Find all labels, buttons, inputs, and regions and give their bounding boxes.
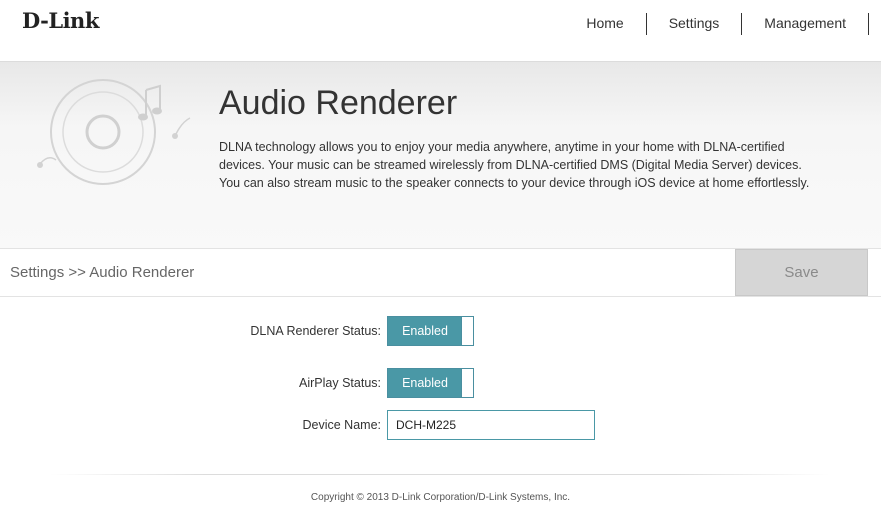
toggle-knob: [461, 369, 473, 397]
page-banner: Audio Renderer DLNA technology allows yo…: [0, 61, 881, 249]
airplay-status-row: AirPlay Status: Enabled: [0, 368, 881, 400]
nav-home[interactable]: Home: [586, 13, 647, 35]
footer-divider: [50, 474, 830, 475]
speaker-music-icon: [37, 79, 191, 185]
airplay-status-value: Enabled: [388, 369, 462, 397]
airplay-status-label: AirPlay Status:: [299, 376, 381, 390]
save-button[interactable]: Save: [735, 249, 868, 296]
dlna-status-value: Enabled: [388, 317, 462, 345]
nav-settings[interactable]: Settings: [647, 13, 743, 35]
description-line: You can also stream music to the speaker…: [219, 176, 810, 190]
top-nav: Home Settings Management: [586, 13, 869, 35]
copyright-text: Copyright © 2013 D-Link Corporation/D-Li…: [310, 492, 571, 503]
airplay-status-toggle[interactable]: Enabled: [387, 368, 474, 398]
breadcrumb-bar: Settings >> Audio Renderer Save: [0, 248, 881, 297]
toggle-knob: [461, 317, 473, 345]
page-title: Audio Renderer: [219, 84, 458, 122]
dlna-status-toggle[interactable]: Enabled: [387, 316, 474, 346]
dlna-status-label: DLNA Renderer Status:: [250, 324, 381, 338]
nav-management[interactable]: Management: [742, 13, 869, 35]
dlink-logo[interactable]: D-Link: [22, 8, 99, 33]
dlna-status-row: DLNA Renderer Status: Enabled: [0, 316, 881, 348]
description-line: DLNA technology allows you to enjoy your…: [219, 140, 785, 154]
device-name-label: Device Name:: [302, 418, 382, 432]
device-name-field[interactable]: [387, 410, 595, 440]
top-bar: D-Link Home Settings Management: [0, 0, 881, 46]
breadcrumb: Settings >> Audio Renderer: [10, 264, 195, 281]
device-name-row: Device Name:: [0, 410, 881, 442]
description-line: devices. Your music can be streamed wire…: [219, 158, 802, 172]
page-description: DLNA technology allows you to enjoy your…: [219, 138, 879, 192]
